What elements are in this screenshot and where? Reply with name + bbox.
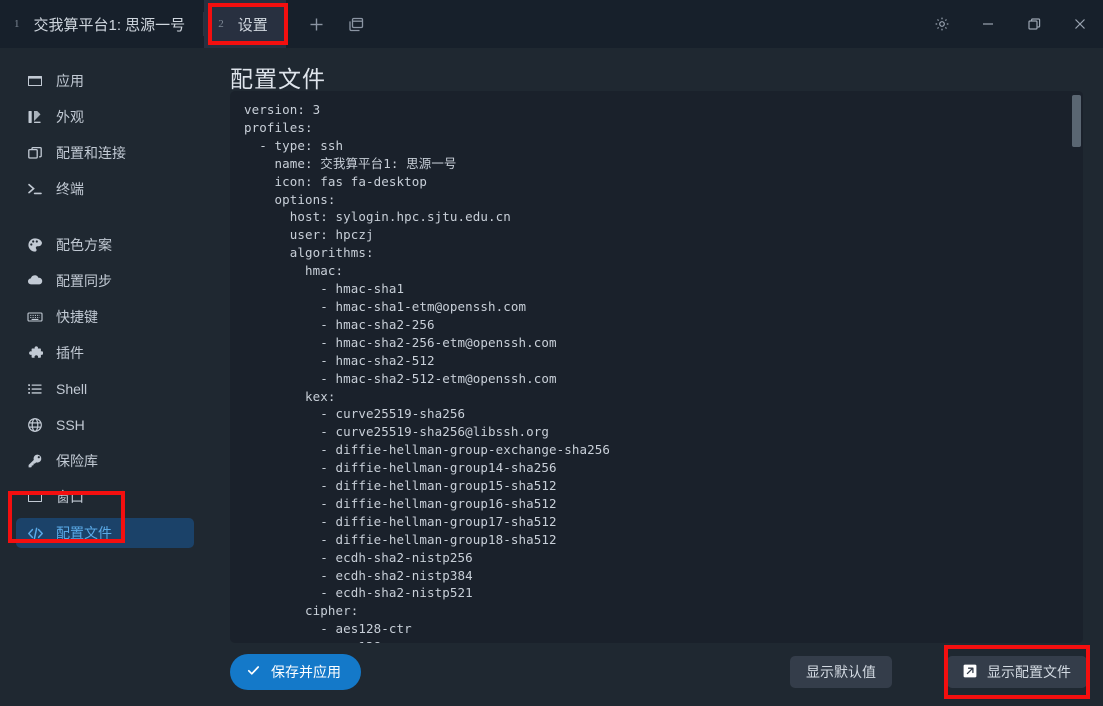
sidebar-item-label: Shell [56,381,88,397]
tab-settings[interactable]: 2 设置 [204,0,286,48]
sidebar-divider [0,210,210,230]
tab-bar-actions [286,0,374,48]
sidebar-item-vault[interactable]: 保险库 [16,446,194,476]
sidebar-item-hotkeys[interactable]: 快捷键 [16,302,194,332]
sidebar: 应用 外观 配置和连接 终端 配色方案 配置同步 快捷键 插件 Shell SS… [0,48,210,706]
list-icon [26,380,44,398]
check-icon [246,663,261,681]
sidebar-item-terminal[interactable]: 终端 [16,174,194,204]
key-icon [26,452,44,470]
settings-button[interactable] [919,0,965,48]
save-and-apply-label: 保存并应用 [271,664,341,680]
sidebar-item-label: 插件 [56,345,84,361]
minimize-button[interactable] [965,0,1011,48]
sidebar-item-plugins[interactable]: 插件 [16,338,194,368]
footer-bar: 保存并应用 显示默认值 显示配置文件 [210,644,1103,706]
config-file-editor[interactable]: version: 3 profiles: - type: ssh name: 交… [230,91,1083,643]
show-defaults-button[interactable]: 显示默认值 [790,656,892,688]
window-controls [919,0,1103,48]
palette-icon [26,236,44,254]
sidebar-item-config-and-connect[interactable]: 配置和连接 [16,138,194,168]
maximize-button[interactable] [1011,0,1057,48]
globe-icon [26,416,44,434]
save-and-apply-button[interactable]: 保存并应用 [230,654,361,690]
tab-label: 设置 [237,16,268,34]
sidebar-item-label: 配置和连接 [56,145,126,161]
config-file-text[interactable]: version: 3 profiles: - type: ssh name: 交… [230,91,1083,643]
sidebar-item-config-file[interactable]: 配置文件 [16,518,194,548]
keyboard-icon [26,308,44,326]
tab-index: 2 [218,18,224,30]
window-icon [26,72,44,90]
terminal-icon [26,180,44,198]
main-content: 配置文件 version: 3 profiles: - type: ssh na… [210,48,1103,706]
sidebar-item-label: SSH [56,417,85,433]
sidebar-item-label: 配色方案 [56,237,112,253]
external-link-icon [963,664,977,681]
close-button[interactable] [1057,0,1103,48]
show-config-file-label: 显示配置文件 [987,664,1071,680]
editor-scrollbar-track[interactable] [1071,91,1083,643]
sidebar-item-window[interactable]: 窗口 [16,482,194,512]
sidebar-item-label: 应用 [56,73,84,89]
sidebar-item-label: 配置文件 [56,525,112,541]
tab-index: 1 [14,18,20,30]
page-title: 配置文件 [230,66,326,92]
copy-icon [26,144,44,162]
sidebar-item-label: 配置同步 [56,273,112,289]
show-defaults-label: 显示默认值 [806,664,876,680]
sidebar-item-label: 外观 [56,109,84,125]
window-icon [26,488,44,506]
editor-scrollbar-thumb[interactable] [1072,95,1081,147]
tab-label: 交我算平台1: 思源一号 [33,16,186,34]
app-window: 1 交我算平台1: 思源一号 2 设置 应用 外观 配置和连接 终端 配色方案 … [0,0,1103,706]
code-icon [26,524,44,542]
sidebar-item-ssh[interactable]: SSH [16,410,194,440]
sidebar-item-label: 窗口 [56,489,84,505]
sidebar-item-appearance[interactable]: 外观 [16,102,194,132]
sidebar-item-label: 终端 [56,181,84,197]
tab-terminal-1[interactable]: 1 交我算平台1: 思源一号 [0,0,203,48]
sidebar-item-label: 快捷键 [56,309,98,325]
sidebar-item-config-sync[interactable]: 配置同步 [16,266,194,296]
cloud-icon [26,272,44,290]
palette-bars-icon [26,108,44,126]
show-config-file-button[interactable]: 显示配置文件 [947,656,1087,688]
sidebar-item-color-scheme[interactable]: 配色方案 [16,230,194,260]
sidebar-item-shell[interactable]: Shell [16,374,194,404]
split-pane-button[interactable] [340,7,374,41]
sidebar-item-apps[interactable]: 应用 [16,66,194,96]
puzzle-icon [26,344,44,362]
title-bar: 1 交我算平台1: 思源一号 2 设置 [0,0,1103,48]
new-tab-button[interactable] [300,7,334,41]
sidebar-item-label: 保险库 [56,453,98,469]
